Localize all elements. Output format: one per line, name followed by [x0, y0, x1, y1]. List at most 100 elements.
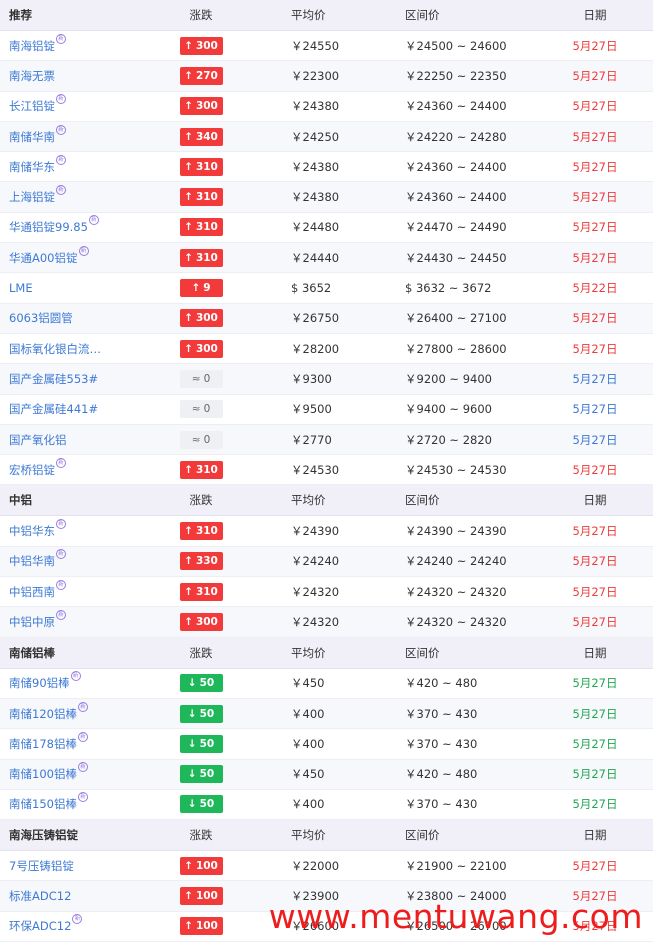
header-date: 日期 — [583, 493, 607, 508]
range-price: $ 3632 ~ 3672 — [405, 281, 492, 296]
change-value: 50 — [199, 798, 215, 811]
product-link[interactable]: 南海无票 — [9, 68, 55, 84]
table-row[interactable]: 中铝华南新 ↑ 330 ￥24240 ￥24240 ~ 24240 5月27日 — [0, 546, 653, 578]
table-row[interactable]: 南储90铝棒新 ↓ 50 ￥450 ￥420 ~ 480 5月27日 — [0, 669, 653, 699]
price-date: 5月27日 — [572, 706, 618, 721]
product-link[interactable]: 长江铝锭 — [9, 98, 55, 114]
change-badge: ↑ 310 — [179, 188, 223, 207]
product-link[interactable]: 国产金属硅441# — [9, 401, 98, 417]
table-row[interactable]: 南储100铝棒新 ↓ 50 ￥450 ￥420 ~ 480 5月27日 — [0, 759, 653, 790]
table-row[interactable]: 南储120铝棒新 ↓ 50 ￥400 ￥370 ~ 430 5月27日 — [0, 698, 653, 730]
table-row[interactable]: 国产金属硅441# ≈0 ￥9500 ￥9400 ~ 9600 5月27日 — [0, 395, 653, 425]
change-value: 100 — [195, 859, 218, 872]
table-row[interactable]: LME ↑ 9 $ 3652 $ 3632 ~ 3672 5月22日 — [0, 273, 653, 304]
product-link[interactable]: 中铝华南 — [9, 553, 55, 569]
product-cell: 7号压铸铝锭 — [9, 851, 169, 880]
change-badge: ↑ 310 — [179, 248, 223, 267]
arrow-up-icon: ↑ — [184, 39, 193, 52]
product-cell: 国标氧化银白流… — [9, 334, 169, 363]
table-row[interactable]: 南储华南新 ↑ 340 ￥24250 ￥24220 ~ 24280 5月27日 — [0, 121, 653, 153]
change-badge: ↑ 300 — [179, 612, 223, 631]
table-row[interactable]: 7号压铸铝锭 ↑ 100 ￥22000 ￥21900 ~ 22100 5月27日 — [0, 851, 653, 882]
product-link[interactable]: 南海铝锭 — [9, 38, 55, 54]
range-price: ￥24360 ~ 24400 — [405, 190, 507, 205]
change-value: 50 — [199, 768, 215, 781]
table-row[interactable]: 南海铝锭新 ↑ 300 ￥24550 ￥24500 ~ 24600 5月27日 — [0, 31, 653, 62]
arrow-up-icon: ↑ — [184, 130, 193, 143]
table-row[interactable]: 国标氧化银白流… ↑ 300 ￥28200 ￥27800 ~ 28600 5月27日 — [0, 334, 653, 365]
price-date: 5月27日 — [572, 462, 618, 477]
header-range-price: 区间价 — [405, 493, 440, 508]
avg-price: ￥26750 — [291, 311, 340, 326]
product-link[interactable]: 国标氧化银白流… — [9, 341, 101, 357]
table-row[interactable]: 6063铝圆管 ↑ 300 ￥26750 ￥26400 ~ 27100 5月27日 — [0, 303, 653, 334]
table-row[interactable]: 华通铝锭99.85 新 ↑ 310 ￥24480 ￥24470 ~ 24490 5月27日 — [0, 213, 653, 244]
table-row[interactable]: 中铝华东新 ↑ 310 ￥24390 ￥24390 ~ 24390 5月27日 — [0, 516, 653, 547]
arrow-up-icon: ↑ — [184, 615, 193, 628]
new-badge-icon: 新 — [56, 33, 66, 44]
product-link[interactable]: 南储90铝棒 — [9, 675, 70, 691]
price-date: 5月27日 — [572, 68, 618, 83]
product-link[interactable]: 南储100铝棒 — [9, 766, 77, 782]
product-link[interactable]: 标准ADC12 — [9, 888, 71, 904]
table-row[interactable]: 国产金属硅553# ≈0 ￥9300 ￥9200 ~ 9400 5月27日 — [0, 364, 653, 395]
change-badge: ≈0 — [179, 400, 223, 419]
range-price: ￥27800 ~ 28600 — [405, 341, 507, 356]
change-cell: ↓ 50 — [176, 790, 226, 819]
product-link[interactable]: 南储华东 — [9, 159, 55, 175]
change-cell: ↑ 270 — [176, 61, 226, 90]
table-row[interactable]: 南储华东新 ↑ 310 ￥24380 ￥24360 ~ 24400 5月27日 — [0, 152, 653, 183]
table-row[interactable]: 南海无票 ↑ 270 ￥22300 ￥22250 ~ 22350 5月27日 — [0, 61, 653, 92]
arrow-down-icon: ↓ — [187, 798, 197, 811]
table-row[interactable]: 宏桥铝锭新 ↑ 310 ￥24530 ￥24530 ~ 24530 5月27日 — [0, 455, 653, 486]
table-row[interactable]: 中铝西南新 ↑ 310 ￥24320 ￥24320 ~ 24320 5月27日 — [0, 577, 653, 608]
product-link[interactable]: 宏桥铝锭 — [9, 462, 55, 478]
product-link[interactable]: 南储150铝棒 — [9, 796, 77, 812]
product-link[interactable]: 华通A00铝锭 — [9, 250, 78, 266]
price-date: 5月27日 — [572, 220, 618, 235]
avg-price: ￥400 — [291, 736, 325, 751]
avg-price: ￥400 — [291, 706, 325, 721]
product-link[interactable]: 中铝中原 — [9, 614, 55, 630]
new-badge-icon: 新 — [56, 94, 66, 105]
arrow-up-icon: ↑ — [184, 160, 193, 173]
table-row[interactable]: 中铝中原新 ↑ 300 ￥24320 ￥24320 ~ 24320 5月27日 — [0, 607, 653, 638]
avg-price: ￥24440 — [291, 250, 340, 265]
product-link[interactable]: 南储华南 — [9, 129, 55, 145]
table-row[interactable]: 南储178铝棒新 ↓ 50 ￥400 ￥370 ~ 430 5月27日 — [0, 729, 653, 760]
price-date: 5月27日 — [572, 432, 618, 447]
change-cell: ↑ 300 — [176, 607, 226, 636]
change-cell: ≈0 — [176, 395, 226, 424]
change-value: 50 — [199, 677, 215, 690]
price-date: 5月27日 — [572, 767, 618, 782]
change-badge: ≈0 — [179, 369, 223, 388]
product-link[interactable]: 华通铝锭99.85 — [9, 219, 88, 235]
product-link[interactable]: 国产氧化铝 — [9, 432, 67, 448]
product-link[interactable]: 上海铝锭 — [9, 189, 55, 205]
change-cell: ↑ 9 — [176, 273, 226, 302]
price-date: 5月22日 — [572, 281, 618, 296]
table-row[interactable]: 长江铝锭新 ↑ 300 ￥24380 ￥24360 ~ 24400 5月27日 — [0, 92, 653, 122]
new-badge-icon: 新 — [77, 762, 88, 773]
arrow-up-icon: ↑ — [184, 525, 193, 538]
table-row[interactable]: 华通A00铝锭新 ↑ 310 ￥24440 ￥24430 ~ 24450 5月27日 — [0, 243, 653, 274]
product-link[interactable]: 南储178铝棒 — [9, 736, 77, 752]
product-link[interactable]: 南储120铝棒 — [9, 706, 77, 722]
table-row[interactable]: 南储150铝棒新 ↓ 50 ￥400 ￥370 ~ 430 5月27日 — [0, 790, 653, 821]
change-badge: ↑ 270 — [179, 66, 223, 85]
avg-price: ￥28200 — [291, 341, 340, 356]
product-cell: LME — [9, 273, 169, 302]
product-cell: 南海铝锭新 — [9, 31, 169, 60]
table-row[interactable]: 国产氧化铝 ≈0 ￥2770 ￥2720 ~ 2820 5月27日 — [0, 424, 653, 456]
product-link[interactable]: 环保ADC12 — [9, 918, 71, 934]
change-cell: ↑ 310 — [176, 243, 226, 272]
avg-price: ￥400 — [291, 797, 325, 812]
product-link[interactable]: 中铝华东 — [9, 523, 55, 539]
product-link[interactable]: 6063铝圆管 — [9, 310, 73, 326]
table-row[interactable]: 上海铝锭新 ↑ 310 ￥24380 ￥24360 ~ 24400 5月27日 — [0, 182, 653, 213]
product-link[interactable]: LME — [9, 281, 33, 295]
product-link[interactable]: 7号压铸铝锭 — [9, 858, 74, 874]
product-link[interactable]: 中铝西南 — [9, 584, 55, 600]
product-link[interactable]: 国产金属硅553# — [9, 371, 98, 387]
price-date: 5月27日 — [572, 99, 618, 114]
